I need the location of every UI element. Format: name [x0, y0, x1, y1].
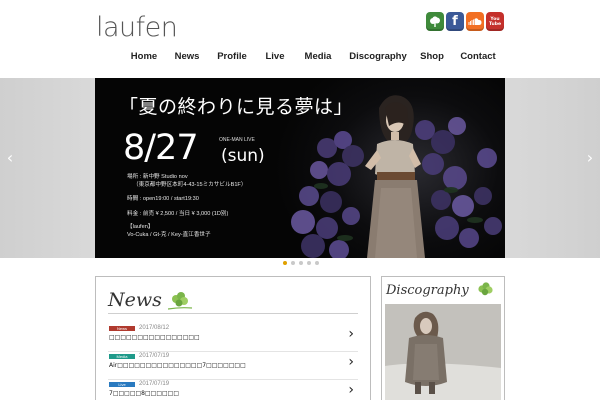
news-heading-divider: [108, 313, 358, 314]
chevron-right-icon[interactable]: ›: [348, 326, 354, 342]
slide-members: Vo-Cuka / Gt-克 / Key-直江香世子: [127, 232, 211, 238]
slider-dot-2[interactable]: [291, 261, 295, 265]
slider-dot-3[interactable]: [299, 261, 303, 265]
slider-prev-arrow[interactable]: ‹: [3, 148, 17, 168]
news-item[interactable]: Live 2017/07/19 7□□□□□8□□□□□□ ›: [108, 380, 358, 400]
main-nav: Home News Profile Live Media Discography…: [120, 50, 504, 64]
facebook-icon[interactable]: f: [446, 12, 464, 31]
chevron-right-icon[interactable]: ›: [348, 382, 354, 398]
news-badge: News: [109, 326, 135, 331]
news-heading: News: [108, 289, 162, 311]
slide-date: 8/27: [123, 128, 199, 168]
slide-price: 料金 : 前売 ¥ 2,500 / 当日 ¥ 3,000 (1D別): [127, 211, 229, 217]
news-item[interactable]: News 2017/08/12 □□□□□□□□□□□□□□□□ ›: [108, 324, 358, 352]
news-item[interactable]: Media 2017/07/19 Air□□□□□□□□□□□□□□□7□□□□…: [108, 352, 358, 380]
slide-venue: 場所 : 新中野 Studio nov: [127, 174, 188, 180]
tree-icon[interactable]: [426, 12, 444, 31]
nav-profile[interactable]: Profile: [206, 50, 258, 64]
news-date: 2017/08/12: [139, 325, 170, 331]
slide-venue-address: （東京都中野区本町4-43-15ミカサビルB1F）: [133, 182, 247, 188]
prev-slide-preview: [0, 78, 95, 258]
slide-time: 時間 : open19:00 / start19:30: [127, 196, 199, 202]
slider-next-arrow[interactable]: ›: [583, 148, 597, 168]
news-date: 2017/07/19: [139, 353, 170, 359]
nav-media[interactable]: Media: [292, 50, 344, 64]
nav-discography[interactable]: Discography: [344, 50, 412, 64]
news-badge: Live: [109, 382, 135, 387]
youtube-label: You Tube: [488, 16, 502, 27]
slider-dot-1[interactable]: [283, 261, 287, 265]
slide-image[interactable]: 「夏の終わりに見る夢は」 8/27 ONE-MAN LIVE (sun) 場所 …: [95, 78, 505, 258]
news-date: 2017/07/19: [139, 381, 170, 387]
clover-icon: [478, 282, 493, 296]
nav-home[interactable]: Home: [120, 50, 168, 64]
slider-dot-5[interactable]: [315, 261, 319, 265]
social-links: f You Tube: [426, 12, 504, 31]
hero-slider: ‹ › 「夏の終わりに見る夢は」 8/27 ONE-MAN LIVE (sun)…: [0, 78, 600, 258]
next-slide-preview: [505, 78, 600, 258]
album-cover-art: [385, 304, 501, 400]
slide-band: 【laufen】: [127, 224, 154, 230]
discography-panel: Discography: [381, 276, 505, 400]
slide-title: 「夏の終わりに見る夢は」: [119, 96, 354, 118]
clover-icon: [168, 292, 193, 310]
nav-news[interactable]: News: [168, 50, 206, 64]
nav-contact[interactable]: Contact: [452, 50, 504, 64]
news-title: Air□□□□□□□□□□□□□□□7□□□□□□□: [109, 362, 246, 369]
slider-dots: [283, 261, 319, 265]
chevron-right-icon[interactable]: ›: [348, 354, 354, 370]
youtube-icon[interactable]: You Tube: [486, 12, 504, 31]
nav-shop[interactable]: Shop: [412, 50, 452, 64]
album-cover[interactable]: [385, 304, 501, 400]
news-panel: News News 2017/08/12 □□□□□□□□□□□□□□□□ › …: [95, 276, 371, 400]
news-title: 7□□□□□8□□□□□□: [109, 390, 179, 397]
site-logo[interactable]: laufen: [96, 12, 178, 43]
news-title: □□□□□□□□□□□□□□□□: [109, 334, 200, 341]
slide-tag: ONE-MAN LIVE: [219, 137, 255, 143]
slider-dot-4[interactable]: [307, 261, 311, 265]
slide-day: (sun): [221, 146, 265, 166]
news-badge: Media: [109, 354, 135, 359]
nav-live[interactable]: Live: [258, 50, 292, 64]
soundcloud-icon[interactable]: [466, 12, 484, 31]
discography-heading: Discography: [386, 283, 469, 298]
